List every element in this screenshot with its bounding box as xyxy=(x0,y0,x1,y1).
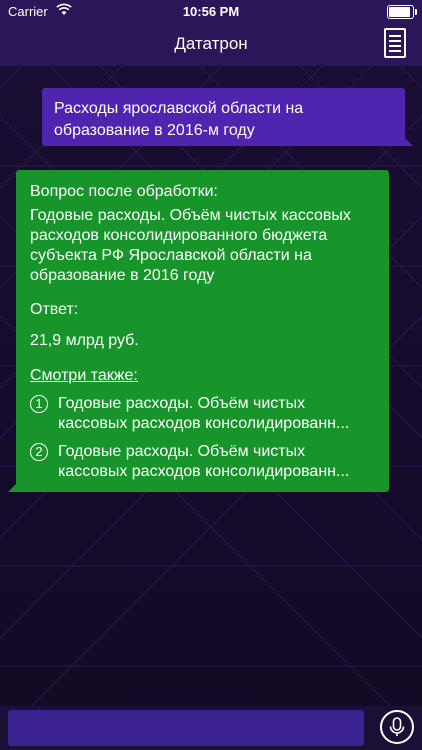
question-heading: Вопрос после обработки: xyxy=(30,183,218,200)
see-also-heading[interactable]: Смотри также: xyxy=(30,366,375,386)
user-message: Расходы ярославской области на образован… xyxy=(42,88,413,146)
microphone-icon[interactable] xyxy=(380,710,414,744)
number-2-icon: 2 xyxy=(30,443,48,461)
bot-message: Вопрос после обработки: Годовые расходы.… xyxy=(8,170,389,492)
question-text: Годовые расходы. Объём чистых кассовых р… xyxy=(30,207,351,284)
message-input[interactable] xyxy=(8,710,364,746)
battery-icon xyxy=(387,5,417,19)
see-also-item[interactable]: 1 Годовые расходы. Объём чистых кассовых… xyxy=(30,394,375,434)
page-title: Дататрон xyxy=(174,34,248,53)
input-bar xyxy=(0,706,422,750)
see-also-item-text: Годовые расходы. Объём чистых кассовых р… xyxy=(58,443,350,480)
battery-fill xyxy=(389,7,410,17)
clock: 10:56 PM xyxy=(182,4,240,19)
navigation-bar: Дататрон xyxy=(0,24,422,66)
answer-heading: Ответ: xyxy=(30,301,79,318)
status-bar: Carrier 10:56 PM xyxy=(0,0,422,24)
see-also-item[interactable]: 2 Годовые расходы. Объём чистых кассовых… xyxy=(30,442,375,482)
see-also-item-text: Годовые расходы. Объём чистых кассовых р… xyxy=(58,395,350,432)
answer-text: 21,9 млрд руб. xyxy=(30,332,139,349)
list-icon[interactable] xyxy=(384,28,406,58)
number-1-icon: 1 xyxy=(30,395,48,413)
